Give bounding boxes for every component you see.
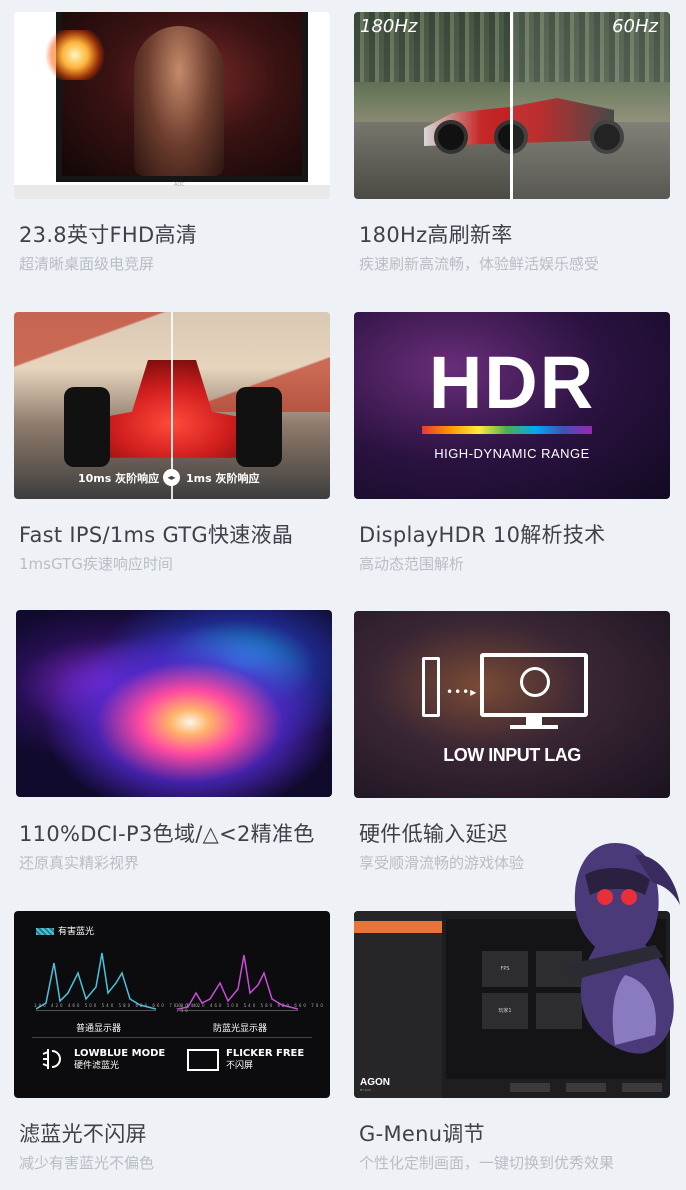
hdr-tagline: HIGH-DYNAMIC RANGE [434, 446, 590, 461]
lag-caption: LOW INPUT LAG [443, 745, 581, 765]
feature-title: 滤蓝光不闪屏 [19, 1122, 147, 1146]
monitor-base [14, 185, 330, 199]
sidebar-item [354, 971, 442, 983]
legend-swatch [36, 928, 54, 935]
sidebar-item [354, 959, 442, 971]
menu-button [566, 1083, 606, 1092]
feature-subtitle: 减少有害蓝光不偏色 [19, 1154, 155, 1172]
lowblue-sub: 硬件滤蓝光 [74, 1061, 120, 1071]
wheel [434, 120, 468, 154]
feature-title: DisplayHDR 10解析技术 [359, 523, 606, 547]
agon-logo: AGON BY AOC [360, 1077, 390, 1092]
wheel [236, 387, 282, 467]
preset-tile: 玩家1 [482, 993, 528, 1029]
feature-subtitle: 1msGTG疾速响应时间 [19, 555, 173, 573]
refresh-label-left: 180Hz [360, 16, 418, 37]
color-burst-image [16, 610, 332, 797]
legend-label: 有害蓝光 [58, 927, 95, 937]
feature-card-color [16, 610, 332, 797]
blur-overlay [513, 12, 670, 199]
feature-subtitle: 个性化定制画面，一键切换到优秀效果 [359, 1154, 615, 1172]
sidebar-item [354, 921, 442, 933]
muzzle-flash [40, 30, 110, 80]
feature-subtitle: 享受顺滑流畅的游戏体验 [359, 854, 525, 872]
feature-title: 23.8英寸FHD高清 [19, 223, 198, 247]
feature-card-ips: 10ms 灰阶响应 ◂▸ 1ms 灰阶响应 [14, 312, 330, 499]
feature-subtitle: 还原真实精彩视界 [19, 854, 140, 872]
compare-slider-handle: ◂▸ [163, 469, 180, 486]
brand-logo: AOC [174, 182, 185, 188]
refresh-label-right: 60Hz [612, 16, 658, 37]
blue-light-image: 有害蓝光 380 420 460 500 540 580 620 660 700… [14, 911, 330, 1098]
game-character-illustration [565, 843, 680, 1054]
agon-sub: BY AOC [360, 1088, 372, 1092]
lowblue-icon [42, 1049, 61, 1069]
racecar-image: 180Hz 60Hz [354, 12, 670, 199]
flicker-free: FLICKER FREE 不闪屏 [226, 1048, 304, 1072]
feature-subtitle: 超清晰桌面级电竞屏 [19, 255, 155, 273]
warrior-figure [134, 26, 224, 176]
spectrum-curve [177, 954, 299, 1010]
feature-title: 硬件低输入延迟 [359, 822, 509, 846]
feature-title: Fast IPS/1ms GTG快速液晶 [19, 523, 294, 547]
preset-tile: FPS [482, 951, 528, 987]
sidebar-item [354, 947, 442, 959]
input-lag-image: •••▸ LOW INPUT LAG [354, 611, 670, 798]
racecar-front-image: 10ms 灰阶响应 ◂▸ 1ms 灰阶响应 [14, 312, 330, 499]
feature-card-lag: •••▸ LOW INPUT LAG [354, 611, 670, 798]
split-divider [510, 12, 513, 199]
feature-subtitle: 疾速刷新高流畅，体验鲜活娱乐感受 [359, 255, 600, 273]
feature-subtitle: 高动态范围解析 [359, 555, 465, 573]
menu-button [622, 1083, 662, 1092]
signal-arrow-icon: •••▸ [446, 685, 478, 699]
monitor-foot [510, 725, 558, 729]
chart-label-normal: 普通显示器 [76, 1024, 122, 1034]
feature-card-hdr: HDR HIGH-DYNAMIC RANGE [354, 312, 670, 499]
crosshair-icon [520, 667, 550, 697]
lowblue-title: LOWBLUE MODE [74, 1048, 166, 1059]
flicker-title: FLICKER FREE [226, 1048, 305, 1059]
lowblue-mode: LOWBLUE MODE 硬件滤蓝光 [74, 1048, 165, 1072]
hdr-image: HDR HIGH-DYNAMIC RANGE [354, 312, 670, 499]
response-label-left: 10ms 灰阶响应 [78, 472, 160, 485]
agon-brand: AGON [360, 1077, 390, 1088]
wheel [64, 387, 110, 467]
spectrum-chart-lowblue [177, 943, 299, 1011]
menu-sidebar: AGON BY AOC [354, 911, 442, 1098]
feature-card-fhd: AOC [14, 12, 330, 199]
menu-button [510, 1083, 550, 1092]
sidebar-item [354, 935, 442, 947]
feature-card-refresh: 180Hz 60Hz [354, 12, 670, 199]
flicker-free-icon [187, 1049, 219, 1071]
chart-label-lowblue: 防蓝光显示器 [213, 1024, 268, 1034]
spectrum-bar [422, 426, 592, 434]
feature-title: 110%DCI-P3色域/△<2精准色 [19, 822, 315, 846]
pc-tower-icon [422, 657, 440, 717]
spectrum-curve [35, 952, 157, 1010]
feature-title: 180Hz高刷新率 [359, 223, 513, 247]
divider [32, 1037, 312, 1038]
hdr-logo: HDR [428, 341, 596, 424]
response-label-right: 1ms 灰阶响应 [186, 472, 260, 485]
axis-ticks: 380 420 460 500 540 580 620 660 700 740 [34, 1003, 200, 1008]
monitor-image: AOC [14, 12, 330, 199]
feature-grid: AOC 23.8英寸FHD高清 超清晰桌面级电竞屏 180Hz 60Hz 180… [0, 0, 686, 1190]
axis-ticks: 380 420 460 500 540 580 620 660 700 740 [176, 1003, 325, 1013]
flicker-sub: 不闪屏 [226, 1061, 254, 1071]
legend: 有害蓝光 [36, 924, 94, 937]
spectrum-chart-normal [35, 943, 157, 1011]
feature-card-bluelight: 有害蓝光 380 420 460 500 540 580 620 660 700… [14, 911, 330, 1098]
sidebar-item [354, 983, 442, 995]
feature-title: G-Menu调节 [359, 1122, 485, 1146]
